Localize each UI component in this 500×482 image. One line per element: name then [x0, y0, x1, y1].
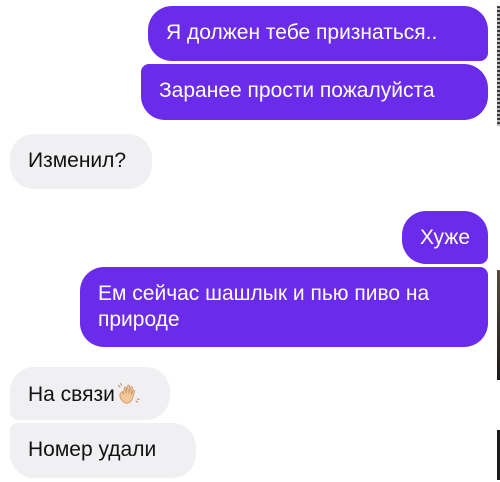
- incoming-message[interactable]: На связи: [10, 367, 170, 420]
- outgoing-message[interactable]: Ем сейчас шашлык и пью пиво на природе: [80, 267, 488, 347]
- incoming-message[interactable]: Номер удали: [10, 423, 196, 478]
- outgoing-message[interactable]: Я должен тебе признаться..: [148, 6, 488, 61]
- outgoing-message[interactable]: Хуже: [402, 211, 488, 264]
- outgoing-message[interactable]: Заранее прости пожалуйста: [141, 64, 488, 120]
- chat-thread: Я должен тебе признаться.. Заранее прост…: [0, 0, 500, 482]
- message-text: На связи: [28, 383, 115, 406]
- incoming-message[interactable]: Изменил?: [10, 134, 152, 189]
- waving-hand-icon: [117, 382, 140, 404]
